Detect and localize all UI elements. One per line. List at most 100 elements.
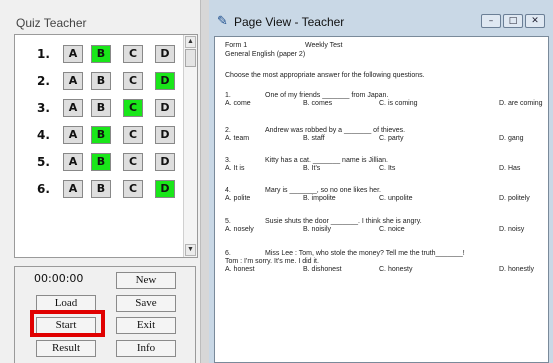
maximize-icon[interactable]: □ [503,14,523,28]
option-d-button[interactable]: D [155,99,175,117]
minimize-icon[interactable]: – [481,14,501,28]
option-d-button[interactable]: D [155,72,175,90]
doc-answer-choice: D. gang [499,135,524,142]
doc-answer-choice: B. staff [303,135,325,142]
option-c-button[interactable]: C [123,126,143,144]
quiz-teacher-title: Quiz Teacher [16,16,87,30]
question-row: 2. A B C D [15,72,185,94]
option-a-button[interactable]: A [63,45,83,63]
question-row: 3. A B C D [15,99,185,121]
page-view-window: ✎ Page View - Teacher – □ ✕ Form 1 Weekl… [209,0,553,363]
doc-question-number: 6. [225,250,231,257]
doc-form: Form 1 [225,42,248,49]
doc-question-stem: Susie shuts the door _______. I think sh… [265,218,422,225]
doc-instruction: Choose the most appropriate answer for t… [225,72,425,79]
doc-question-stem: Miss Lee : Tom, who stole the money? Tel… [265,250,465,257]
option-a-button[interactable]: A [63,99,83,117]
doc-answer-choice: B. It's [303,165,321,172]
save-button[interactable]: Save [116,295,176,312]
option-a-button[interactable]: A [63,180,83,198]
option-c-button[interactable]: C [123,72,143,90]
doc-answer-choice: D. honestly [499,266,535,273]
doc-answer-choice: B. dishonest [303,266,342,273]
option-d-button[interactable]: D [155,126,175,144]
option-b-button[interactable]: B [91,153,111,171]
option-b-button[interactable]: B [91,126,111,144]
doc-answer-choice: A. It is [225,165,245,172]
option-c-button[interactable]: C [123,99,143,117]
window-right-edge [549,36,553,363]
option-a-button[interactable]: A [63,126,83,144]
doc-question-number: 3. [225,157,231,164]
doc-question-number: 5. [225,218,231,225]
page-view-titlebar[interactable]: ✎ Page View - Teacher – □ ✕ [209,0,553,36]
question-number: 2. [37,74,50,88]
doc-answer-choice: D. noisy [499,226,525,233]
doc-question-extra: Tom : I'm sorry. It's me. I did it. [225,258,319,265]
doc-answer-choice: D. are coming [499,100,543,107]
page-view-document: Form 1 Weekly Test General English (pape… [214,36,549,363]
scroll-down-icon[interactable]: ▼ [185,244,196,256]
doc-answer-choice: A. honest [225,266,255,273]
doc-answer-choice: C. Its [379,165,396,172]
doc-question-stem: Kitty has a cat. _______ name is Jillian… [265,157,388,164]
doc-question-stem: Andrew was robbed by a _______ of thieve… [265,127,406,134]
option-d-button[interactable]: D [155,153,175,171]
question-row: 4. A B C D [15,126,185,148]
doc-subject: General English (paper 2) [225,51,306,58]
doc-answer-choice: D. Has [499,165,521,172]
doc-test-name: Weekly Test [305,42,343,49]
doc-question-number: 2. [225,127,231,134]
start-button-highlight [30,310,105,337]
doc-answer-choice: A. nosely [225,226,254,233]
doc-question-stem: Mary is _______, so no one likes her. [265,187,381,194]
doc-answer-choice: B. comes [303,100,333,107]
option-c-button[interactable]: C [123,180,143,198]
option-a-button[interactable]: A [63,72,83,90]
answer-list-scrollbar[interactable]: ▲ ▼ [183,35,197,257]
quiz-teacher-panel: Quiz Teacher ▲ ▼ 1. A B C D 2. A B C D 3. A B C D 4. A B C… [0,0,200,363]
question-row: 5. A B C D [15,153,185,175]
question-number: 1. [37,47,50,61]
timer-display: 00:00:00 [34,272,84,285]
option-a-button[interactable]: A [63,153,83,171]
option-b-button[interactable]: B [91,72,111,90]
new-button[interactable]: New [116,272,176,289]
info-button[interactable]: Info [116,340,176,357]
option-d-button[interactable]: D [155,45,175,63]
doc-answer-choice: A. team [225,135,250,142]
option-c-button[interactable]: C [123,153,143,171]
question-number: 3. [37,101,50,115]
question-row: 6. A B C D [15,180,185,202]
doc-question-stem: One of my friends _______ from Japan. [265,92,389,99]
doc-answer-choice: A. polite [225,195,251,202]
doc-answer-choice: B. noisily [303,226,332,233]
window-divider[interactable] [200,0,209,363]
question-number: 6. [37,182,50,196]
doc-answer-choice: C. unpolite [379,195,413,202]
doc-answer-choice: C. noice [379,226,405,233]
doc-question-number: 1. [225,92,231,99]
close-icon[interactable]: ✕ [525,14,545,28]
page-view-title: Page View - Teacher [234,15,345,29]
option-d-button[interactable]: D [155,180,175,198]
document-pen-icon: ✎ [217,14,228,29]
doc-answer-choice: C. is coming [379,100,418,107]
scroll-thumb[interactable] [185,49,196,67]
option-b-button[interactable]: B [91,99,111,117]
doc-answer-choice: B. impolite [303,195,336,202]
scroll-up-icon[interactable]: ▲ [185,36,196,48]
exit-button[interactable]: Exit [116,317,176,334]
option-c-button[interactable]: C [123,45,143,63]
answer-list: ▲ ▼ 1. A B C D 2. A B C D 3. A B C D 4. A B C D 5. A B C D 6. A B C D [14,34,198,258]
result-button[interactable]: Result [36,340,96,357]
question-row: 1. A B C D [15,45,185,67]
doc-answer-choice: C. party [379,135,404,142]
doc-answer-choice: D. politely [499,195,530,202]
question-number: 4. [37,128,50,142]
doc-answer-choice: C. honesty [379,266,413,273]
option-b-button[interactable]: B [91,180,111,198]
option-b-button[interactable]: B [91,45,111,63]
doc-question-number: 4. [225,187,231,194]
question-number: 5. [37,155,50,169]
